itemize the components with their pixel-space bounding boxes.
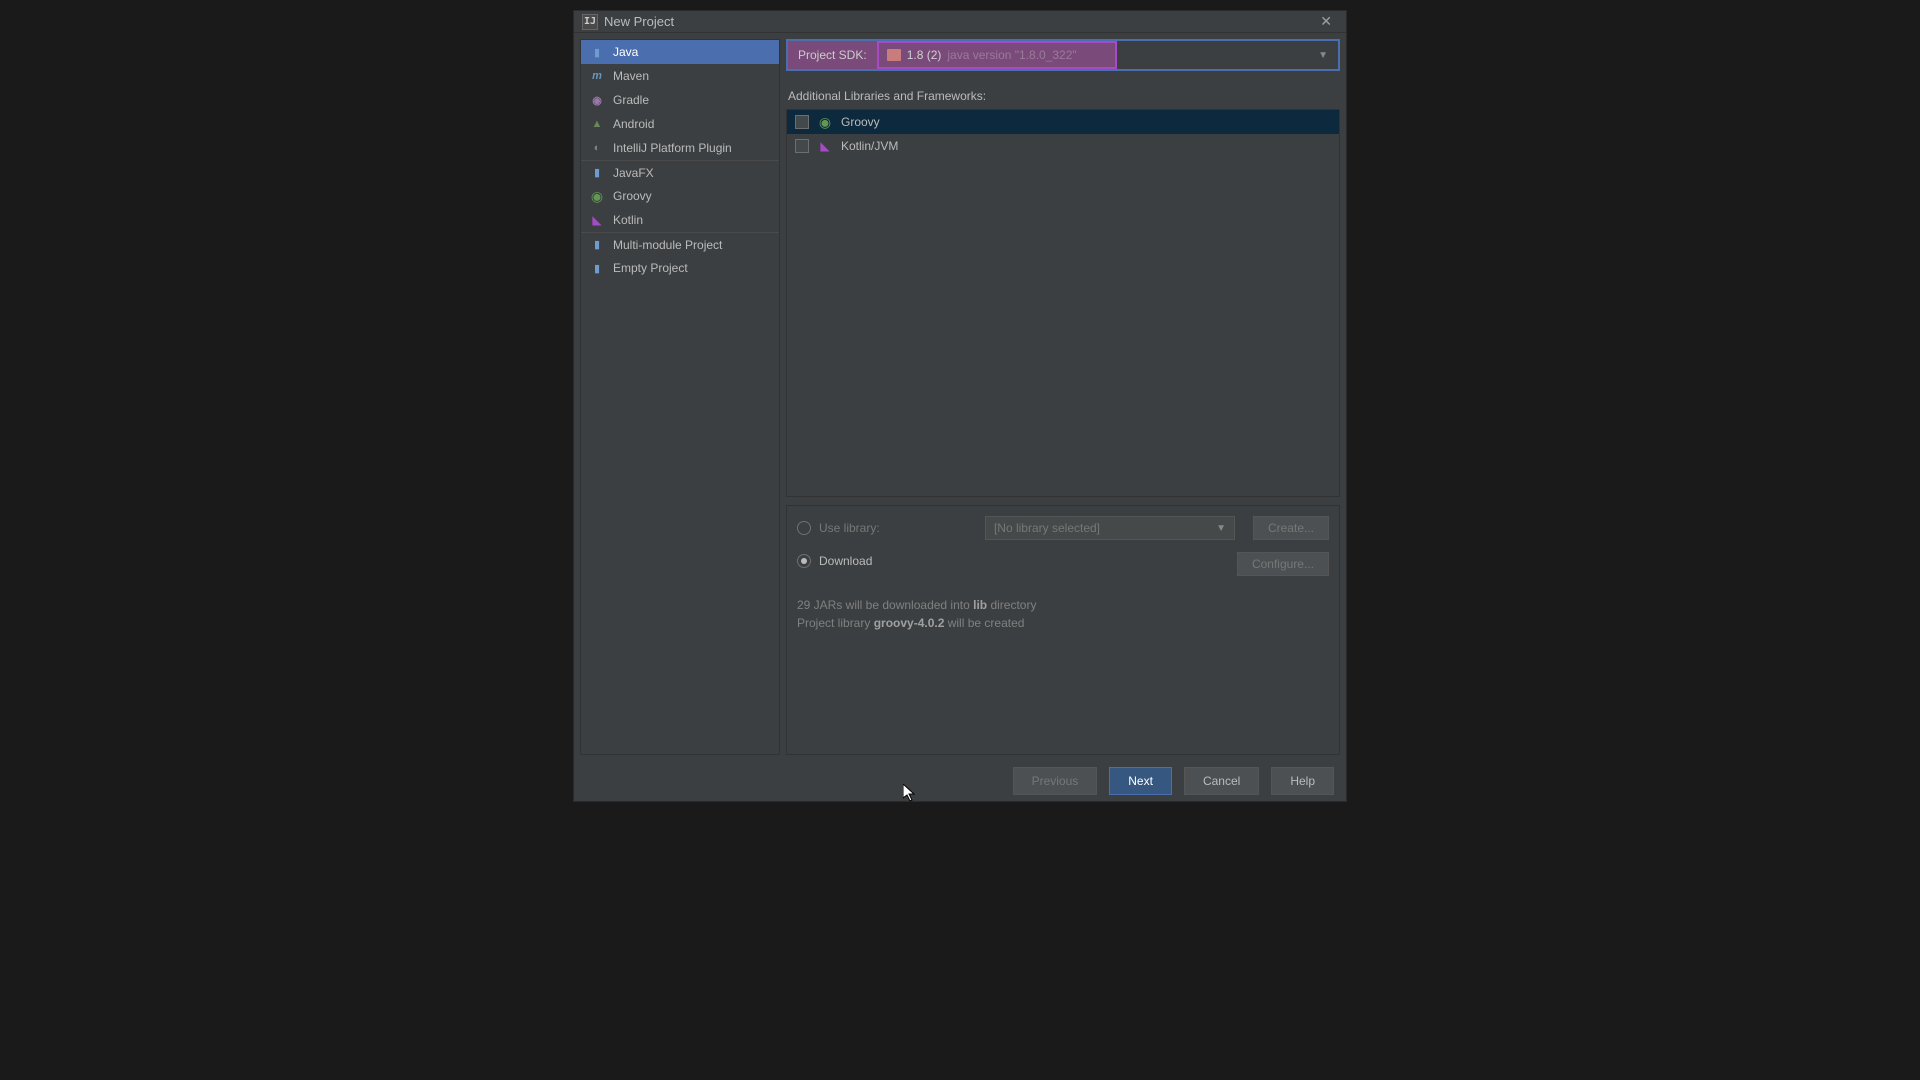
sidebar-item-kotlin[interactable]: ◣ Kotlin [581, 208, 779, 232]
download-info: 29 JARs will be downloaded into lib dire… [797, 596, 1329, 632]
use-library-row[interactable]: Use library: [No library selected] ▼ Cre… [797, 516, 1329, 540]
window-title: New Project [604, 14, 1314, 29]
sidebar-item-android[interactable]: ▲ Android [581, 112, 779, 136]
sidebar-item-label: Multi-module Project [613, 238, 722, 252]
sidebar-item-maven[interactable]: m Maven [581, 64, 779, 88]
sidebar-item-intellij-plugin[interactable]: ◐ IntelliJ Platform Plugin [581, 136, 779, 160]
library-section: Use library: [No library selected] ▼ Cre… [786, 505, 1340, 755]
folder-icon [887, 49, 901, 61]
folder-icon: ▮ [589, 237, 605, 253]
download-label: Download [819, 554, 872, 568]
main-panel: Project SDK: 1.8 (2) java version "1.8.0… [786, 39, 1340, 755]
sidebar-item-gradle[interactable]: ◉ Gradle [581, 88, 779, 112]
android-icon: ▲ [589, 116, 605, 132]
sidebar-item-label: Android [613, 117, 654, 131]
sdk-version-detail: java version "1.8.0_322" [947, 48, 1076, 62]
sidebar-item-label: Java [613, 45, 638, 59]
sidebar-item-java[interactable]: ▮ Java [581, 40, 779, 64]
plugin-icon: ◐ [589, 140, 605, 156]
kotlin-icon: ◣ [589, 212, 605, 228]
sidebar-item-label: Empty Project [613, 261, 688, 275]
radio-use-library[interactable] [797, 521, 811, 535]
checkbox[interactable] [795, 139, 809, 153]
app-icon: IJ [582, 14, 598, 30]
groovy-icon: ◉ [817, 114, 833, 130]
sdk-version: 1.8 (2) [907, 48, 942, 62]
framework-item-kotlin[interactable]: ◣ Kotlin/JVM [787, 134, 1339, 158]
sidebar-item-label: Maven [613, 69, 649, 83]
next-button[interactable]: Next [1109, 767, 1172, 795]
checkbox[interactable] [795, 115, 809, 129]
dialog-footer: Previous Next Cancel Help [574, 761, 1346, 801]
framework-label: Kotlin/JVM [841, 139, 898, 153]
frameworks-list: ◉ Groovy ◣ Kotlin/JVM [786, 109, 1340, 497]
previous-button: Previous [1013, 767, 1098, 795]
sidebar-item-label: IntelliJ Platform Plugin [613, 141, 732, 155]
chevron-down-icon: ▼ [1318, 50, 1328, 61]
framework-label: Groovy [841, 115, 880, 129]
create-library-button[interactable]: Create... [1253, 516, 1329, 540]
framework-item-groovy[interactable]: ◉ Groovy [787, 110, 1339, 134]
cancel-button[interactable]: Cancel [1184, 767, 1259, 795]
sidebar-item-groovy[interactable]: ◉ Groovy [581, 184, 779, 208]
titlebar: IJ New Project ✕ [574, 11, 1346, 33]
sidebar-item-empty[interactable]: ▮ Empty Project [581, 256, 779, 280]
close-button[interactable]: ✕ [1314, 11, 1338, 32]
help-button[interactable]: Help [1271, 767, 1334, 795]
project-type-sidebar: ▮ Java m Maven ◉ Gradle ▲ Android ◐ Inte… [580, 39, 780, 755]
gradle-icon: ◉ [589, 92, 605, 108]
groovy-icon: ◉ [589, 188, 605, 204]
sdk-selector[interactable]: Project SDK: 1.8 (2) java version "1.8.0… [786, 39, 1340, 71]
sidebar-item-label: JavaFX [613, 166, 654, 180]
library-dropdown[interactable]: [No library selected] ▼ [985, 516, 1235, 540]
use-library-label: Use library: [819, 521, 880, 535]
chevron-down-icon: ▼ [1216, 523, 1226, 534]
folder-icon: ▮ [589, 44, 605, 60]
maven-icon: m [589, 68, 605, 84]
sidebar-item-label: Kotlin [613, 213, 643, 227]
kotlin-icon: ◣ [817, 138, 833, 154]
sidebar-item-multimodule[interactable]: ▮ Multi-module Project [581, 232, 779, 256]
sdk-value: 1.8 (2) java version "1.8.0_322" [877, 41, 1117, 69]
sidebar-item-javafx[interactable]: ▮ JavaFX [581, 160, 779, 184]
sdk-label: Project SDK: [788, 41, 877, 69]
sidebar-item-label: Gradle [613, 93, 649, 107]
new-project-dialog: IJ New Project ✕ ▮ Java m Maven ◉ Gradle… [573, 10, 1347, 802]
javafx-icon: ▮ [589, 165, 605, 181]
configure-button[interactable]: Configure... [1237, 552, 1329, 576]
frameworks-label: Additional Libraries and Frameworks: [788, 89, 1340, 103]
sidebar-item-label: Groovy [613, 189, 652, 203]
folder-icon: ▮ [589, 260, 605, 276]
